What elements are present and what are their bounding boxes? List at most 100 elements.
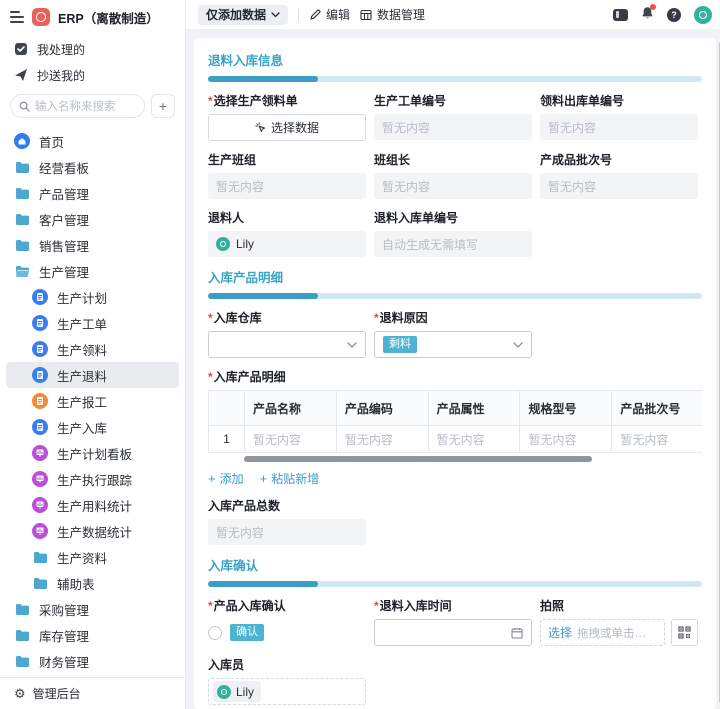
field-label: 退料入库单编号	[374, 209, 532, 226]
data-manage-button[interactable]: 数据管理	[360, 6, 425, 23]
app-logo-icon	[32, 8, 50, 26]
reason-select[interactable]: 剩料	[374, 331, 532, 358]
select-data-button[interactable]: 选择数据	[208, 114, 366, 141]
field-label: 入库员	[208, 656, 366, 673]
sidebar-item-plan-board[interactable]: 生产计划看板	[6, 440, 179, 466]
section-inbound-detail: 入库产品明细	[208, 267, 702, 299]
section-return-info: 退料入库信息	[208, 50, 702, 82]
folder-icon	[32, 549, 48, 565]
user-avatar	[216, 237, 230, 251]
returner-name: Lily	[236, 237, 254, 251]
folder-icon	[14, 653, 30, 669]
collapse-panel-icon[interactable]	[613, 9, 628, 21]
sidebar: ERP（离散制造） 我处理的 抄送我的 输入名称来搜索 + 首页 经营看板 产品…	[0, 0, 186, 709]
sidebar-item-prod-picking[interactable]: 生产领料	[6, 336, 179, 362]
add-row-button[interactable]: +添加	[208, 470, 244, 487]
keeper-field[interactable]: Lily	[208, 678, 366, 705]
app-title: ERP（离散制造）	[58, 8, 159, 27]
edit-button[interactable]: 编辑	[309, 6, 350, 23]
sidebar-item-label: 生产计划	[57, 288, 107, 307]
field-label: 产成品批次号	[540, 151, 698, 168]
upload-select-label: 选择	[548, 624, 572, 641]
form-row-1: *选择生产领料单 选择数据 生产工单编号 暂无内容 领料出库单编号 暂无内容	[208, 92, 702, 141]
sidebar-item-products[interactable]: 产品管理	[6, 180, 179, 206]
col-header: 产品属性	[428, 391, 520, 426]
add-app-button[interactable]: +	[151, 94, 175, 118]
menu-toggle-icon[interactable]	[10, 11, 24, 23]
work-order-no-input: 暂无内容	[374, 114, 532, 140]
field-label: *退料入库时间	[374, 597, 532, 614]
field-label: 拍照	[540, 597, 698, 614]
user-avatar[interactable]	[694, 6, 712, 24]
sidebar-item-label: 生产报工	[57, 392, 107, 411]
sidebar-item-label: 产品管理	[39, 184, 89, 203]
form-row-5: 入库产品总数 暂无内容	[208, 497, 702, 545]
document-icon	[32, 315, 48, 331]
sidebar-item-prod-return[interactable]: 生产退料	[6, 362, 179, 388]
table-actions: +添加 +粘贴新增	[208, 470, 702, 487]
sidebar-item-prod-workorder[interactable]: 生产工单	[6, 310, 179, 336]
sidebar-item-inventory[interactable]: 库存管理	[6, 622, 179, 648]
col-header: 规格型号	[520, 391, 612, 426]
sidebar-item-label: 生产管理	[39, 262, 89, 281]
confirm-radio[interactable]	[208, 626, 222, 640]
board-icon	[32, 523, 48, 539]
help-icon[interactable]: ?	[667, 8, 681, 22]
sidebar-item-prod-docs[interactable]: 生产资料	[6, 544, 179, 570]
sidebar-item-cc-me[interactable]: 抄送我的	[0, 62, 185, 88]
sidebar-item-home[interactable]: 首页	[6, 128, 179, 154]
reason-tag: 剩料	[383, 336, 417, 353]
form-row-3: 退料人 Lily 退料入库单编号 自动生成无需填写	[208, 209, 702, 257]
sidebar-item-label: 销售管理	[39, 236, 89, 255]
sidebar-item-aux-tables[interactable]: 辅助表	[6, 570, 179, 596]
table-header-row: 产品名称 产品编码 产品属性 规格型号 产品批次号 * 本次入库数量	[209, 391, 703, 426]
qr-scan-button[interactable]	[671, 619, 698, 646]
field-label: *退料原因	[374, 309, 532, 326]
table-horizontal-scrollbar[interactable]	[244, 456, 592, 462]
sidebar-item-finance[interactable]: 财务管理	[6, 648, 179, 674]
field-label: *产品入库确认	[208, 597, 366, 614]
team-input: 暂无内容	[208, 173, 366, 199]
send-icon	[14, 68, 28, 82]
sidebar-item-label: 抄送我的	[37, 67, 85, 84]
sidebar-item-material-stats[interactable]: 生产用料统计	[6, 492, 179, 518]
sidebar-item-prod-report[interactable]: 生产报工	[6, 388, 179, 414]
sidebar-search-row: 输入名称来搜索 +	[0, 88, 185, 126]
sidebar-item-admin[interactable]: ⚙ 管理后台	[0, 677, 185, 709]
upload-hint: 拖拽或单击后粘贴图...	[577, 625, 657, 641]
sidebar-item-dashboard[interactable]: 经营看板	[6, 154, 179, 180]
form-row-4: *入库仓库 *退料原因 剩料	[208, 309, 702, 358]
sidebar-item-data-stats[interactable]: 生产数据统计	[6, 518, 179, 544]
section-progress-bar	[208, 581, 702, 587]
sidebar-item-exec-tracking[interactable]: 生产执行跟踪	[6, 466, 179, 492]
topbar-right: ?	[613, 6, 712, 24]
warehouse-select[interactable]	[208, 331, 366, 358]
mode-dropdown[interactable]: 仅添加数据	[198, 5, 288, 25]
sidebar-item-production[interactable]: 生产管理	[6, 258, 179, 284]
sidebar-item-label: 经营看板	[39, 158, 89, 177]
return-time-input[interactable]	[374, 619, 532, 646]
sidebar-item-label: 采购管理	[39, 600, 89, 619]
sidebar-item-purchasing[interactable]: 采购管理	[6, 596, 179, 622]
paste-add-button[interactable]: +粘贴新增	[260, 470, 320, 487]
sidebar-item-prod-plan[interactable]: 生产计划	[6, 284, 179, 310]
photo-upload-area[interactable]: 选择 拖拽或单击后粘贴图...	[540, 619, 665, 646]
gear-icon: ⚙	[14, 687, 26, 700]
sidebar-item-label: 生产退料	[57, 366, 107, 385]
sidebar-item-label: 辅助表	[57, 574, 95, 593]
col-header: 产品批次号	[612, 391, 702, 426]
photo-field: 选择 拖拽或单击后粘贴图...	[540, 619, 698, 646]
sidebar-item-label: 客户管理	[39, 210, 89, 229]
table-icon	[360, 9, 372, 21]
search-input[interactable]: 输入名称来搜索	[10, 94, 145, 118]
sidebar-item-my-tasks[interactable]: 我处理的	[0, 36, 185, 62]
notifications-button[interactable]	[641, 6, 654, 23]
sidebar-item-sales[interactable]: 销售管理	[6, 232, 179, 258]
sidebar-item-customers[interactable]: 客户管理	[6, 206, 179, 232]
sidebar-item-prod-inbound[interactable]: 生产入库	[6, 414, 179, 440]
form-row-7: 入库员 Lily	[208, 656, 702, 705]
table-row: 1 暂无内容 暂无内容 暂无内容 暂无内容 暂无内容	[209, 426, 703, 453]
cell-product-name: 暂无内容	[245, 426, 337, 453]
chevron-down-icon	[347, 342, 357, 348]
section-title: 入库产品明细	[208, 267, 702, 286]
